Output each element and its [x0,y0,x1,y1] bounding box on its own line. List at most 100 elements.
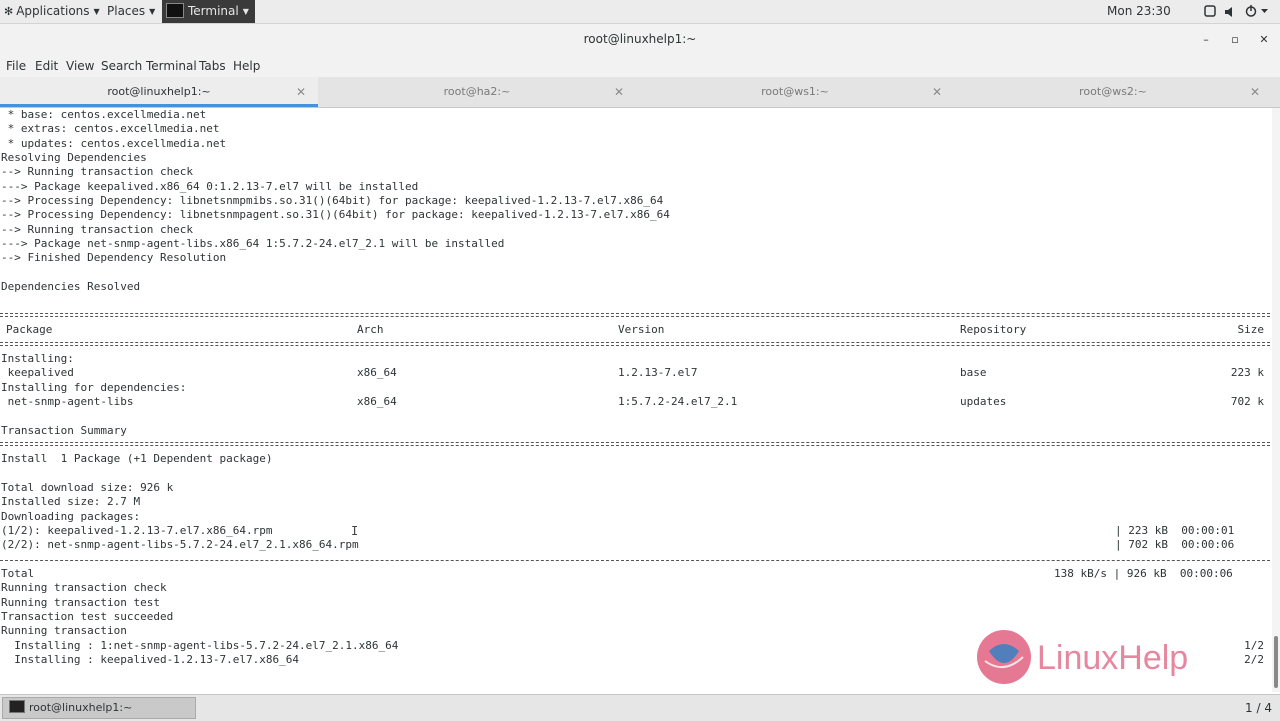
menu-search[interactable]: Search [101,55,142,77]
close-icon[interactable]: ✕ [932,77,942,107]
terminal-line: * updates: centos.excellmedia.net [1,137,227,150]
col-header-package: Package [6,323,53,336]
table-row-arch: x86_64 [357,395,397,408]
deps-label: Installing for dependencies: [1,381,187,394]
download-line-name: (1/2): keepalived-1.2.13-7.el7.x86_64.rp… [1,524,273,537]
col-header-version: Version [618,323,665,336]
tab-linuxhelp1[interactable]: root@linuxhelp1:~ ✕ [0,77,318,107]
screen-icon [1204,5,1216,17]
system-status-area[interactable] [1203,0,1269,23]
minimize-button[interactable]: – [1197,24,1215,55]
chevron-down-icon: ▼ [242,7,249,16]
run-line: Transaction test succeeded [1,610,174,623]
close-icon[interactable]: ✕ [1250,77,1260,107]
table-row-package: net-snmp-agent-libs [1,395,134,408]
summary-line: Downloading packages: [1,510,141,523]
run-line: Running transaction check [1,581,167,594]
terminal-line: --> Processing Dependency: libnetsnmpage… [1,208,670,221]
close-icon[interactable]: ✕ [296,77,306,107]
transaction-summary-title: Transaction Summary [1,424,127,437]
gnome-foot-icon: ✻ [4,5,14,18]
clock[interactable]: Mon 23:30 [1107,0,1171,23]
window-titlebar[interactable]: root@linuxhelp1:~ – ▫ ✕ [0,24,1280,55]
window-list-item[interactable]: root@linuxhelp1:~ [2,697,196,719]
chevron-down-icon [1261,9,1268,13]
install-line: Installing : 1:net-snmp-agent-libs-5.7.2… [1,639,399,652]
logo-wordmark: LinuxHelp [1037,639,1188,677]
terminal-line: * base: centos.excellmedia.net [1,108,207,121]
run-line: Running transaction test [1,596,160,609]
separator-line [0,313,1270,317]
menu-terminal[interactable]: Terminal [146,55,197,77]
menu-view[interactable]: View [66,55,94,77]
terminal-line: --> Finished Dependency Resolution [1,251,227,264]
table-row-size: 702 k [1230,395,1264,408]
chevron-down-icon: ▼ [93,7,100,16]
terminal-line: Resolving Dependencies [1,151,147,164]
terminal-line: ---> Package net-snmp-agent-libs.x86_64 … [1,237,505,250]
table-row-repository: base [960,366,987,379]
separator-line [0,442,1270,446]
download-line-stats: | 223 kB 00:00:01 [1115,524,1235,537]
applications-menu[interactable]: ✻ Applications ▼ [4,0,100,23]
terminal-icon [166,3,184,18]
workspace-indicator[interactable]: 1 / 4 [1245,695,1272,721]
table-row-version: 1.2.13-7.el7 [618,366,698,379]
install-progress: 1/2 [1244,639,1264,652]
table-row-size: 223 k [1230,366,1264,379]
places-label: Places [107,4,146,18]
window-title: root@linuxhelp1:~ [583,32,697,46]
separator-line [0,560,1270,562]
terminal-line: --> Running transaction check [1,165,194,178]
close-icon[interactable]: ✕ [614,77,624,107]
status-icons [1204,5,1268,17]
vertical-scrollbar[interactable] [1272,108,1280,692]
close-icon: ✕ [1259,33,1269,46]
download-line-name: (2/2): net-snmp-agent-libs-5.7.2-24.el7_… [1,538,359,551]
top-panel: ✻ Applications ▼ Places ▼ Terminal ▼ Mon 23:… [0,0,1280,24]
maximize-button[interactable]: ▫ [1226,24,1244,55]
total-label: Total [1,567,35,580]
table-row-arch: x86_64 [357,366,397,379]
scrollbar-thumb[interactable] [1274,636,1278,688]
tab-ws1[interactable]: root@ws1:~ ✕ [636,77,954,107]
terminal-icon [9,700,25,713]
tab-ws2[interactable]: root@ws2:~ ✕ [954,77,1272,107]
linuxhelp-logo: LinuxHelp [975,627,1235,687]
chevron-down-icon: ▼ [149,7,156,16]
bottom-panel: root@linuxhelp1:~ 1 / 4 [0,694,1280,721]
install-progress: 2/2 [1244,653,1264,666]
terminal-app-label: Terminal [188,4,239,18]
text-cursor-icon: I [351,524,359,538]
summary-line: Total download size: 926 k [1,481,174,494]
tab-label: root@linuxhelp1:~ [107,85,211,98]
minimize-icon: – [1203,33,1209,46]
menubar: File Edit View Search Terminal Tabs Help [0,55,1280,77]
col-header-arch: Arch [357,323,384,336]
volume-icon [1225,7,1232,17]
tab-ha2[interactable]: root@ha2:~ ✕ [318,77,636,107]
menu-edit[interactable]: Edit [35,55,58,77]
applications-label: Applications [16,4,90,18]
download-line-stats: | 702 kB 00:00:06 [1115,538,1235,551]
installing-label: Installing: [1,352,74,365]
menu-help[interactable]: Help [233,55,260,77]
table-row-repository: updates [960,395,1007,408]
terminal-line: Dependencies Resolved [1,280,141,293]
terminal-app-menu[interactable]: Terminal ▼ [162,0,255,23]
terminal-output[interactable]: * base: centos.excellmedia.net * extras:… [0,108,1272,692]
menu-tabs[interactable]: Tabs [199,55,226,77]
summary-line: Install 1 Package (+1 Dependent package) [1,452,273,465]
places-menu[interactable]: Places ▼ [107,0,155,23]
maximize-icon: ▫ [1231,33,1239,46]
tab-label: root@ha2:~ [443,85,511,98]
tab-bar: root@linuxhelp1:~ ✕ root@ha2:~ ✕ root@ws1:… [0,77,1280,108]
menu-file[interactable]: File [6,55,26,77]
separator-line [0,342,1270,346]
table-row-package: keepalived [1,366,74,379]
window-list-label: root@linuxhelp1:~ [29,701,133,714]
close-button[interactable]: ✕ [1255,24,1273,55]
col-header-size: Size [1237,323,1265,336]
install-line: Installing : keepalived-1.2.13-7.el7.x86… [1,653,300,666]
tab-label: root@ws1:~ [761,85,829,98]
